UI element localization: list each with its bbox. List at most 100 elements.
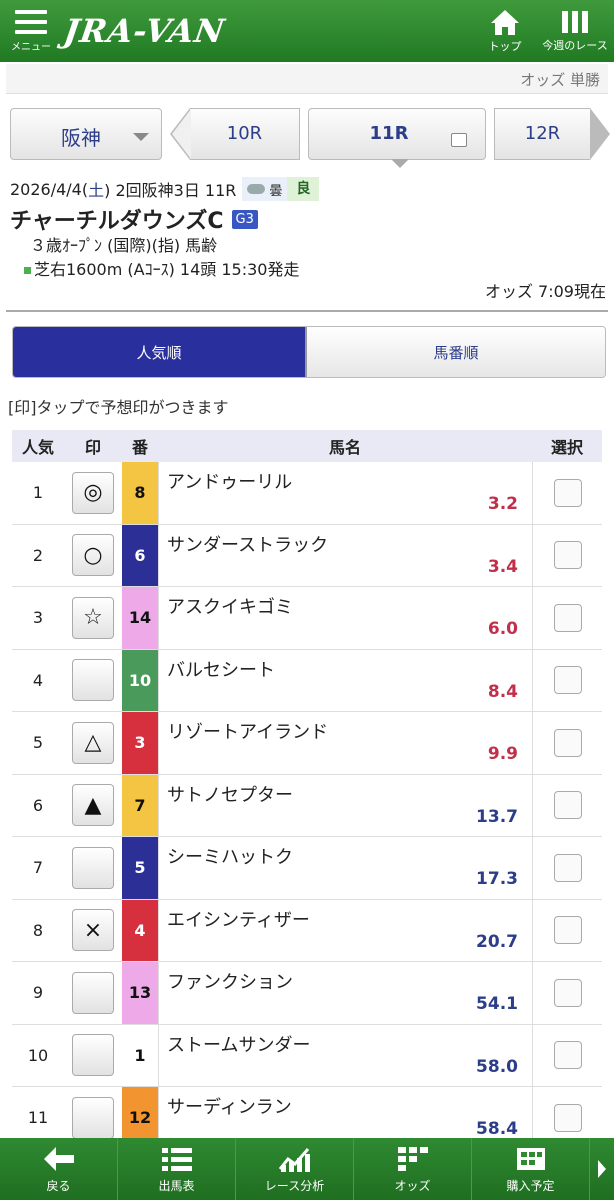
- horse-name[interactable]: サーディンラン: [167, 1093, 292, 1119]
- win-odds: 58.0: [476, 1056, 518, 1077]
- win-odds: 3.2: [487, 494, 518, 514]
- horse-number-cell: 13: [122, 962, 158, 1024]
- select-checkbox[interactable]: [553, 1041, 582, 1070]
- odds-timestamp: オッズ 7:09現在: [484, 282, 606, 301]
- prev-race-button[interactable]: 10R: [170, 108, 300, 160]
- week-races-button[interactable]: 今週のレース: [536, 0, 614, 62]
- top-button[interactable]: トップ: [474, 0, 536, 62]
- horse-name[interactable]: シーミハットク: [167, 843, 293, 869]
- rank-cell: 8: [32, 920, 44, 940]
- mark-button[interactable]: [72, 1034, 114, 1077]
- menu-label: メニュー: [11, 41, 51, 53]
- horse-name-cell: リゾートアイランド 9.9: [158, 712, 532, 774]
- mark-button[interactable]: △: [72, 721, 114, 764]
- win-odds: 13.7: [476, 806, 518, 827]
- select-checkbox[interactable]: [553, 1103, 582, 1132]
- horse-number-cell: 5: [122, 837, 158, 899]
- track-condition-badge: 良: [287, 177, 320, 201]
- venue-select[interactable]: 阪神: [10, 108, 162, 160]
- select-checkbox[interactable]: [553, 978, 582, 1007]
- home-icon: [491, 10, 519, 35]
- entries-label: 出馬表: [158, 1178, 195, 1193]
- race-weekday: 土: [88, 181, 105, 200]
- select-checkbox[interactable]: [553, 478, 582, 507]
- more-button[interactable]: [590, 1138, 614, 1200]
- top-label: トップ: [488, 40, 522, 53]
- horse-name[interactable]: サトノセプター: [167, 781, 293, 807]
- horse-name[interactable]: バルセシート: [167, 656, 275, 682]
- race-checkbox[interactable]: [451, 133, 467, 147]
- race-course: 芝右1600m (Aｺｰｽ) 14頭 15:30発走: [34, 260, 300, 279]
- select-checkbox[interactable]: [553, 791, 582, 820]
- select-checkbox[interactable]: [553, 541, 582, 570]
- race-date: 2026/4/4(: [10, 179, 89, 199]
- race-info: 2026/4/4(土) 2回阪神3日 11R 曇 良 チャーチルダウンズC G3…: [10, 176, 606, 282]
- analysis-button[interactable]: レース分析: [236, 1138, 354, 1200]
- header-rank: 人気: [21, 438, 54, 457]
- back-button[interactable]: 戻る: [0, 1138, 118, 1200]
- mark-button[interactable]: ▲: [72, 784, 114, 827]
- mark-button[interactable]: ○: [72, 534, 114, 577]
- chevron-down-icon: [133, 133, 149, 141]
- horse-name-cell: バルセシート 8.4: [158, 649, 532, 711]
- select-checkbox[interactable]: [553, 853, 582, 882]
- rank-cell: 5: [32, 733, 44, 753]
- venue-label: 阪神: [61, 126, 101, 150]
- horse-name[interactable]: サンダーストラック: [167, 531, 328, 557]
- tab-popularity[interactable]: 人気順: [13, 327, 305, 377]
- horse-number-cell: 6: [122, 524, 158, 586]
- race-meeting: ) 2回阪神3日 11R: [104, 181, 237, 200]
- table-row: 8 × 4 エイシンティザー 20.7: [12, 899, 602, 962]
- mark-button[interactable]: ◎: [72, 471, 114, 514]
- horse-name[interactable]: アンドゥーリル: [167, 468, 292, 494]
- rank-cell: 7: [32, 858, 44, 878]
- table-header: 人気 印 番 馬名 選択: [12, 430, 602, 462]
- horse-name[interactable]: エイシンティザー: [167, 906, 310, 932]
- weather-badge: 曇: [242, 177, 288, 201]
- horse-name[interactable]: ファンクション: [167, 968, 293, 994]
- mark-button[interactable]: [72, 1096, 114, 1139]
- horse-name[interactable]: アスクイキゴミ: [167, 593, 293, 619]
- select-checkbox[interactable]: [553, 603, 582, 632]
- rank-cell: 4: [32, 670, 44, 690]
- horse-number-cell: 10: [122, 649, 158, 711]
- horse-number-cell: 3: [122, 712, 158, 774]
- select-checkbox[interactable]: [553, 666, 582, 695]
- mark-button[interactable]: [72, 846, 114, 889]
- entries-button[interactable]: 出馬表: [118, 1138, 236, 1200]
- tab-horse-number[interactable]: 馬番順: [305, 327, 605, 377]
- sort-tabs: 人気順 馬番順: [12, 326, 606, 378]
- menu-button[interactable]: メニュー: [0, 0, 62, 62]
- next-race-button[interactable]: 12R: [494, 108, 610, 160]
- horse-name[interactable]: リゾートアイランド: [167, 718, 328, 744]
- analysis-label: レース分析: [264, 1178, 325, 1193]
- rank-cell: 3: [32, 608, 44, 628]
- cloud-icon: [247, 184, 266, 194]
- app-logo: JRA-VAN: [61, 12, 228, 50]
- current-race-button[interactable]: 11R: [308, 108, 486, 168]
- ticket-icon: [516, 1147, 545, 1170]
- race-name: チャーチルダウンズC: [10, 209, 224, 234]
- header-select: 選択: [550, 438, 583, 457]
- horse-number-cell: 7: [122, 774, 158, 836]
- win-odds: 20.7: [476, 931, 518, 952]
- purchase-button[interactable]: 購入予定: [472, 1138, 590, 1200]
- horse-name[interactable]: ストームサンダー: [167, 1031, 310, 1057]
- mark-button[interactable]: ×: [72, 909, 114, 952]
- odds-type-bar: オッズ 単勝: [6, 64, 608, 94]
- week-label: 今週のレース: [542, 39, 608, 52]
- table-row: 6 ▲ 7 サトノセプター 13.7: [12, 774, 602, 837]
- table-row: 2 ○ 6 サンダーストラック 3.4: [12, 524, 602, 587]
- header-number: 番: [131, 438, 148, 457]
- mark-button[interactable]: ☆: [72, 596, 114, 639]
- horse-name-cell: ファンクション 54.1: [158, 962, 532, 1024]
- odds-button[interactable]: オッズ: [354, 1138, 472, 1200]
- select-checkbox[interactable]: [553, 916, 582, 945]
- horse-number-cell: 1: [122, 1024, 158, 1086]
- arrow-left-icon: [43, 1146, 74, 1171]
- select-checkbox[interactable]: [553, 728, 582, 757]
- mark-button[interactable]: [72, 971, 114, 1014]
- table-row: 5 △ 3 リゾートアイランド 9.9: [12, 712, 602, 775]
- mark-hint: [印]タップで予想印がつきます: [8, 398, 229, 417]
- mark-button[interactable]: [72, 659, 114, 702]
